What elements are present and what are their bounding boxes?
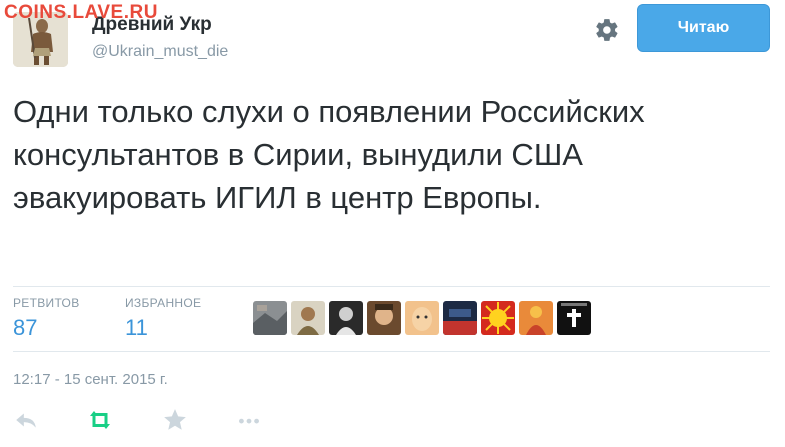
- favoriter-avatar[interactable]: [367, 301, 401, 335]
- star-icon[interactable]: [162, 407, 192, 437]
- favoriters-list: [253, 301, 591, 335]
- favoriter-avatar[interactable]: [253, 301, 287, 335]
- retweet-icon[interactable]: [86, 407, 116, 437]
- favoriter-avatar[interactable]: [329, 301, 363, 335]
- favoriter-avatar[interactable]: [291, 301, 325, 335]
- more-icon[interactable]: [236, 407, 266, 437]
- gear-icon[interactable]: [594, 17, 620, 43]
- tweet-text: Одни только слухи о появлении Российских…: [13, 94, 645, 215]
- retweets-stat[interactable]: РЕТВИТОВ 87: [13, 296, 80, 341]
- favoriter-avatar[interactable]: [481, 301, 515, 335]
- favorites-stat[interactable]: ИЗБРАННОЕ 11: [125, 296, 201, 341]
- favoriter-avatar[interactable]: [405, 301, 439, 335]
- favoriter-avatar[interactable]: [557, 301, 591, 335]
- reply-icon[interactable]: [13, 407, 43, 437]
- watermark: COINS.LAVE.RU: [4, 2, 158, 23]
- following-button[interactable]: Читаю: [637, 4, 770, 52]
- divider: [13, 351, 770, 352]
- favorites-label: ИЗБРАННОЕ: [125, 296, 202, 310]
- favoriter-avatar[interactable]: [443, 301, 477, 335]
- tweet-timestamp[interactable]: 12:17 - 15 сент. 2015 г.: [13, 371, 168, 388]
- divider: [13, 286, 770, 287]
- favorites-count[interactable]: 11: [125, 315, 201, 341]
- retweets-label: РЕТВИТОВ: [13, 296, 80, 310]
- retweets-count[interactable]: 87: [13, 315, 80, 341]
- favoriter-avatar[interactable]: [519, 301, 553, 335]
- author-handle[interactable]: @Ukrain_must_die: [92, 43, 228, 61]
